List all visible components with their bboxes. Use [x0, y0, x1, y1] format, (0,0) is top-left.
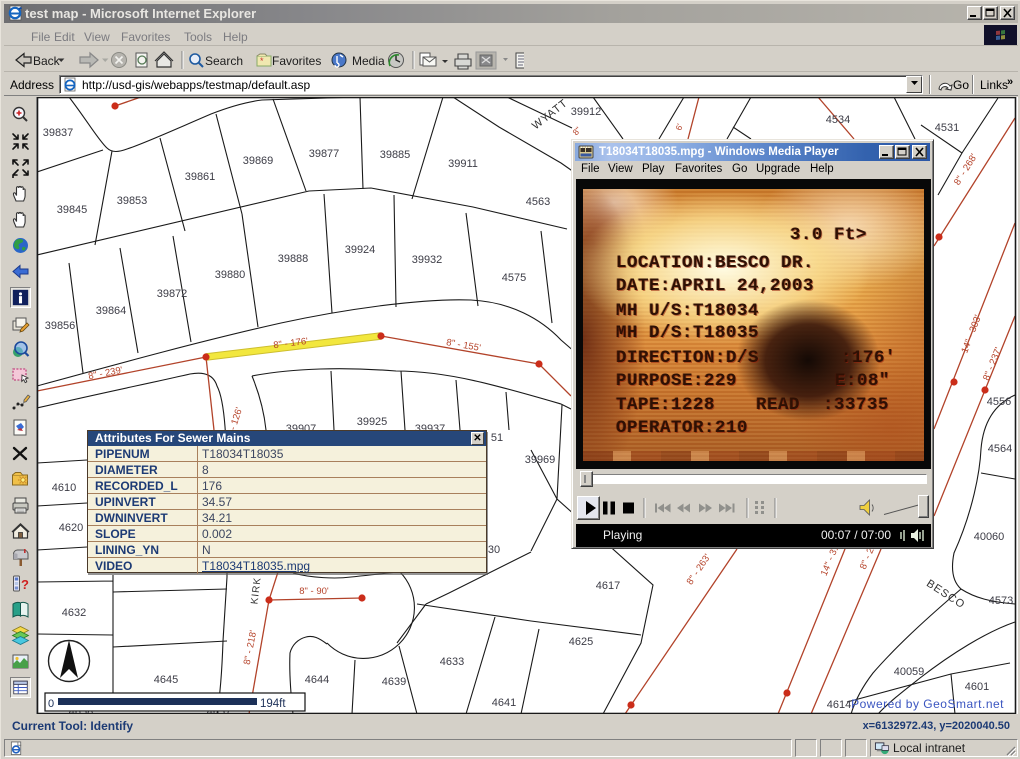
svg-text:4575: 4575 [502, 272, 526, 284]
svg-text:4633: 4633 [440, 656, 464, 668]
svg-text:4645: 4645 [154, 674, 178, 686]
svg-text:8" - 218': 8" - 218' [242, 629, 259, 665]
svg-text:4614: 4614 [827, 699, 851, 711]
svg-text:39837: 39837 [43, 127, 74, 139]
svg-text:4625: 4625 [569, 636, 593, 648]
svg-text:39932: 39932 [412, 254, 443, 266]
svg-text:4563: 4563 [526, 196, 550, 208]
svg-text:4601: 4601 [965, 681, 989, 693]
svg-text:30: 30 [488, 544, 500, 556]
svg-text:4644: 4644 [305, 674, 329, 686]
svg-text:39864: 39864 [96, 305, 127, 317]
svg-text:40059: 40059 [894, 666, 925, 678]
svg-text:WYATT: WYATT [530, 97, 570, 132]
svg-text:8": 8" [570, 125, 583, 137]
svg-text:4641: 4641 [492, 697, 516, 709]
svg-text:40060: 40060 [974, 531, 1005, 543]
svg-text:39845: 39845 [57, 204, 88, 216]
svg-text:8" - 268': 8" - 268' [952, 152, 980, 187]
svg-text:4573: 4573 [989, 595, 1013, 607]
svg-text:4617: 4617 [596, 580, 620, 592]
svg-text:4556: 4556 [987, 396, 1011, 408]
svg-text:8" - 239': 8" - 239' [87, 365, 123, 382]
svg-text:194ft: 194ft [260, 698, 286, 710]
svg-text:8" - 237': 8" - 237' [981, 346, 1004, 383]
svg-text:8" - 90': 8" - 90' [299, 586, 329, 597]
svg-text:39872: 39872 [157, 288, 188, 300]
svg-text:39969: 39969 [525, 454, 556, 466]
svg-text:39885: 39885 [380, 149, 411, 161]
svg-text:39911: 39911 [448, 158, 478, 170]
svg-text:8" - 155': 8" - 155' [445, 337, 481, 354]
svg-text:BESCO: BESCO [924, 578, 967, 612]
svg-text:8" - 263': 8" - 263' [685, 552, 714, 587]
svg-text:51: 51 [491, 432, 503, 444]
svg-text:39877: 39877 [309, 148, 340, 160]
svg-text:39925: 39925 [357, 416, 388, 428]
svg-text:39880: 39880 [215, 269, 246, 281]
svg-text:39869: 39869 [243, 155, 274, 167]
svg-text:4564: 4564 [988, 443, 1012, 455]
svg-text:39853: 39853 [117, 195, 148, 207]
svg-text:4639: 4639 [382, 676, 406, 688]
svg-text:4534: 4534 [826, 114, 850, 126]
svg-text:4531: 4531 [935, 122, 959, 134]
svg-text:4610: 4610 [52, 482, 76, 494]
svg-text:*: * [260, 56, 264, 66]
svg-text:KIRK: KIRK [249, 576, 263, 604]
svg-text:39856: 39856 [45, 320, 76, 332]
svg-text:14" - 303': 14" - 303' [959, 313, 984, 355]
svg-text:39912: 39912 [571, 106, 602, 118]
svg-text:39888: 39888 [278, 253, 309, 265]
svg-text:0: 0 [48, 698, 54, 710]
svg-text:?: ? [21, 577, 29, 592]
svg-text:Powered by GeoSmart.net: Powered by GeoSmart.net [851, 697, 1004, 711]
svg-text:4632: 4632 [62, 607, 86, 619]
svg-text:6': 6' [673, 122, 685, 132]
svg-text:39861: 39861 [185, 171, 216, 183]
svg-text:4620: 4620 [59, 522, 83, 534]
svg-text:39924: 39924 [345, 244, 376, 256]
